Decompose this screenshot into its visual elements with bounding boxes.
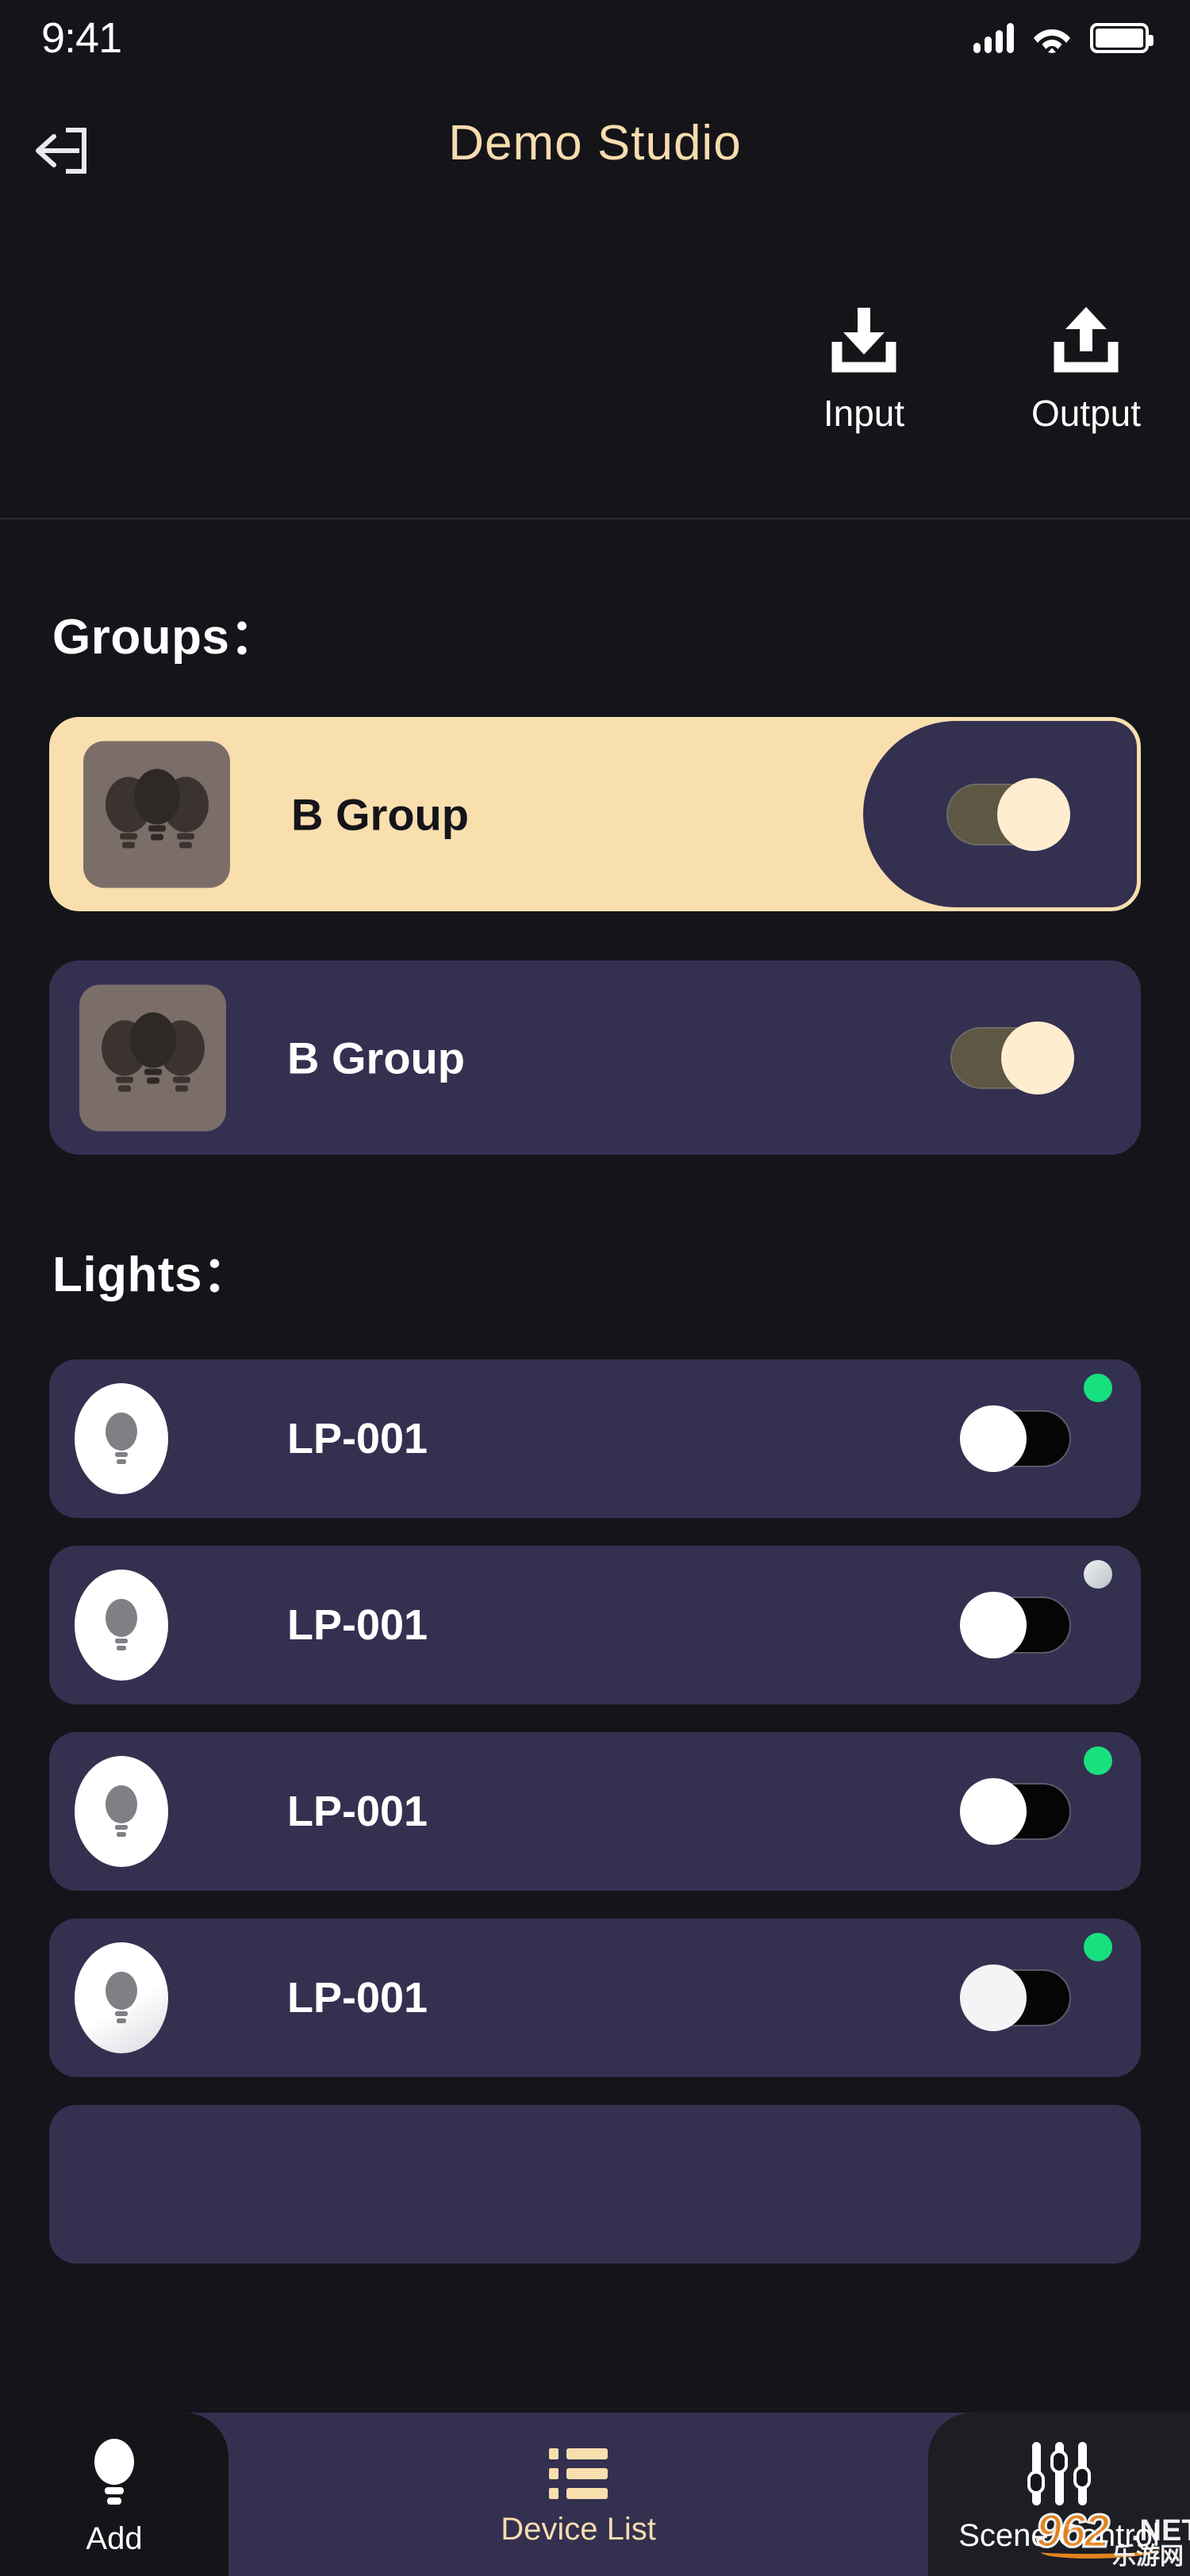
nav-item-add[interactable]: Add (0, 2413, 228, 2576)
output-label: Output (1031, 393, 1142, 434)
group-card[interactable]: B Group (49, 960, 1141, 1155)
group-name: B Group (291, 789, 469, 839)
light-row[interactable]: LP-001 (49, 1546, 1141, 1704)
nav-item-device-list[interactable]: Device List (228, 2413, 928, 2576)
status-badge (1084, 1560, 1112, 1589)
lights-section-title: Lights： (52, 1248, 252, 1302)
bulb-icon (75, 1756, 168, 1867)
bulb-icon (75, 1942, 168, 2053)
input-label: Input (823, 393, 905, 434)
light-name: LP-001 (287, 1601, 428, 1649)
status-bar: 9:41 (0, 0, 1190, 75)
light-toggle[interactable] (960, 1405, 1071, 1472)
signal-icon (973, 22, 1014, 53)
light-toggle[interactable] (960, 1778, 1071, 1845)
upload-icon (1053, 305, 1119, 378)
output-button[interactable]: Output (1019, 305, 1154, 435)
group-toggle[interactable] (946, 777, 1070, 851)
main-content: Groups： B Group B Group Lights： LP-001 L… (0, 521, 1190, 2413)
sliders-icon (1027, 2441, 1091, 2505)
toggle-knob (997, 777, 1070, 851)
nav-label-device-list: Device List (501, 2511, 656, 2547)
status-badge (1084, 1746, 1112, 1775)
bottom-navigation: Add Device List Scene Control (0, 2413, 1190, 2576)
light-row[interactable] (49, 2105, 1141, 2264)
light-row[interactable]: LP-001 (49, 1919, 1141, 2077)
light-name: LP-001 (287, 1415, 428, 1462)
wifi-icon (1033, 23, 1071, 53)
group-name: B Group (287, 1033, 465, 1083)
groups-section-title: Groups： (52, 610, 279, 665)
header-actions: Input Output (797, 305, 1154, 435)
page-title: Demo Studio (448, 116, 742, 171)
light-row[interactable]: LP-001 (49, 1359, 1141, 1518)
toggle-knob (960, 1592, 1027, 1658)
light-name: LP-001 (287, 1788, 428, 1835)
status-badge (1084, 1933, 1112, 1961)
bulb-icon (75, 1570, 168, 1681)
list-icon (549, 2448, 608, 2499)
nav-label-add: Add (86, 2521, 143, 2556)
light-toggle[interactable] (960, 1592, 1071, 1658)
app-header: Demo Studio Input Output (0, 75, 1190, 519)
bulb-icon (75, 1383, 168, 1494)
nav-item-scene-control[interactable]: Scene Control (928, 2413, 1190, 2576)
app-screen: 9:41 Demo Studio Input Output Groups： B … (0, 0, 1190, 2576)
toggle-knob (960, 1405, 1027, 1472)
status-badge (1084, 1374, 1112, 1402)
status-time: 9:41 (41, 13, 122, 62)
light-row[interactable]: LP-001 (49, 1732, 1141, 1891)
group-toggle[interactable] (950, 1021, 1074, 1094)
download-icon (831, 305, 897, 378)
toggle-knob (960, 1965, 1027, 2031)
light-toggle[interactable] (960, 1965, 1071, 2031)
group-card-selected[interactable]: B Group (49, 717, 1141, 911)
toggle-knob (1001, 1021, 1074, 1094)
light-name: LP-001 (287, 1974, 428, 2022)
bulb-group-icon (79, 984, 226, 1131)
battery-icon (1090, 22, 1154, 53)
status-icons (973, 22, 1154, 53)
input-button[interactable]: Input (797, 305, 931, 435)
toggle-knob (960, 1778, 1027, 1845)
bulb-icon (89, 2438, 140, 2509)
bulb-group-icon (83, 741, 230, 887)
nav-label-scene-control: Scene Control (958, 2517, 1160, 2553)
